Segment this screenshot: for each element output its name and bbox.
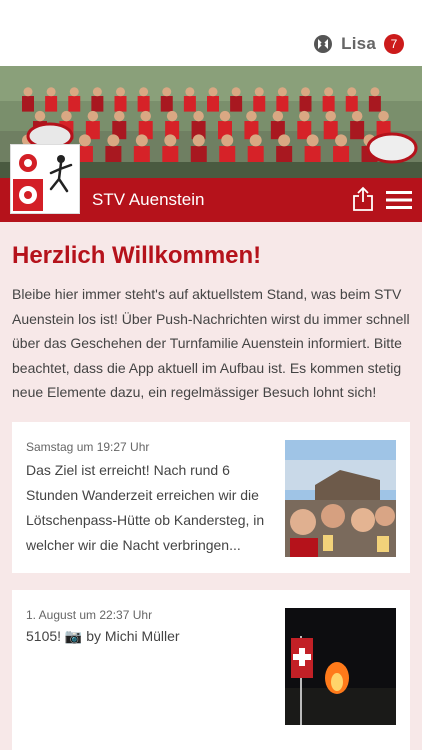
user-name[interactable]: Lisa xyxy=(341,34,376,54)
news-post-card[interactable]: 1. August um 22:37 Uhr 5105! 📷 by Michi … xyxy=(12,590,410,750)
post-text: Das Ziel ist erreicht! Nach rund 6 Stund… xyxy=(26,462,265,553)
group-selfie-photo[interactable] xyxy=(285,440,396,557)
share-icon[interactable] xyxy=(352,186,374,212)
app-logo-icon xyxy=(314,35,333,53)
club-crest xyxy=(10,144,80,214)
news-post-card[interactable]: Samstag um 19:27 Uhr Das Ziel ist erreic… xyxy=(12,422,410,573)
post-date: 1. August um 22:37 Uhr xyxy=(26,608,153,622)
welcome-title: Herzlich Willkommen! xyxy=(12,242,262,269)
notification-badge[interactable]: 7 xyxy=(384,34,404,54)
bonfire-flag-photo[interactable] xyxy=(285,608,396,725)
user-area[interactable]: Lisa 7 xyxy=(313,32,404,56)
post-date: Samstag um 19:27 Uhr xyxy=(26,440,150,454)
app-title: STV Auenstein xyxy=(92,190,205,209)
post-text: 5105! 📷 by Michi Müller xyxy=(26,628,180,644)
top-status-bar: Lisa 7 xyxy=(0,0,422,66)
welcome-text: Bleibe hier immer steht's auf aktuellste… xyxy=(12,286,410,400)
hamburger-menu-icon[interactable] xyxy=(386,190,412,210)
